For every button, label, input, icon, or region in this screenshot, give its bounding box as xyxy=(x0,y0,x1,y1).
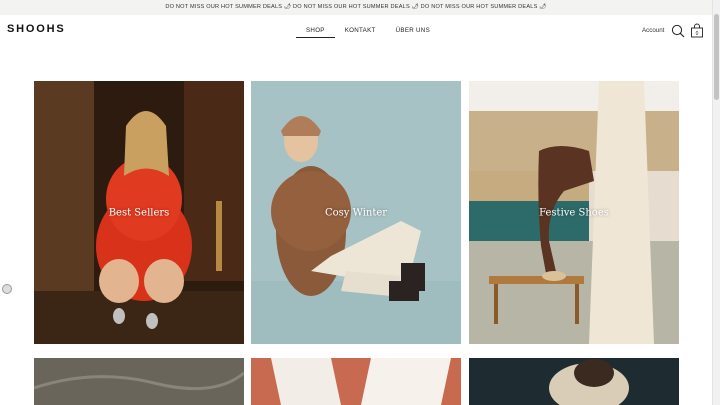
scrollbar-thumb[interactable] xyxy=(714,14,719,100)
collection-tile-cosy-winter[interactable]: Cosy Winter xyxy=(251,81,461,344)
row2-image-1 xyxy=(34,358,244,405)
cart-count: 0 xyxy=(696,31,699,37)
search-icon[interactable] xyxy=(671,24,685,38)
row2-image-3 xyxy=(469,358,679,405)
site-header: SHOOHS SHOP KONTAKT ÜBER UNS Account 0 xyxy=(0,15,712,47)
page-scrollbar[interactable] xyxy=(712,0,720,405)
site-logo[interactable]: SHOOHS xyxy=(7,23,65,35)
announcement-text: DO NOT MISS OUR HOT SUMMER DEALS 🌶 DO NO… xyxy=(165,4,547,10)
nav-item-shop[interactable]: SHOP xyxy=(296,27,335,38)
cart-icon[interactable]: 0 xyxy=(690,23,704,38)
account-link[interactable]: Account xyxy=(642,27,664,34)
collection-tile-row2-2[interactable] xyxy=(251,358,461,405)
row2-image-2 xyxy=(251,358,461,405)
collection-tile-row2-3[interactable] xyxy=(469,358,679,405)
collection-tile-row2-1[interactable] xyxy=(34,358,244,405)
tile-label-best-sellers: Best Sellers xyxy=(108,207,170,218)
collection-tile-best-sellers[interactable]: Best Sellers xyxy=(34,81,244,344)
nav-item-ueber-uns[interactable]: ÜBER UNS xyxy=(386,27,440,38)
cookie-settings-icon[interactable] xyxy=(2,284,12,294)
nav-item-kontakt[interactable]: KONTAKT xyxy=(335,27,386,38)
tile-label-cosy-winter: Cosy Winter xyxy=(324,207,388,218)
announcement-bar: DO NOT MISS OUR HOT SUMMER DEALS 🌶 DO NO… xyxy=(0,0,712,15)
tile-label-festive-shoes: Festive Shoes xyxy=(539,207,609,218)
main-nav: SHOP KONTAKT ÜBER UNS xyxy=(296,27,440,38)
collection-tile-festive-shoes[interactable]: Festive Shoes xyxy=(469,81,679,344)
